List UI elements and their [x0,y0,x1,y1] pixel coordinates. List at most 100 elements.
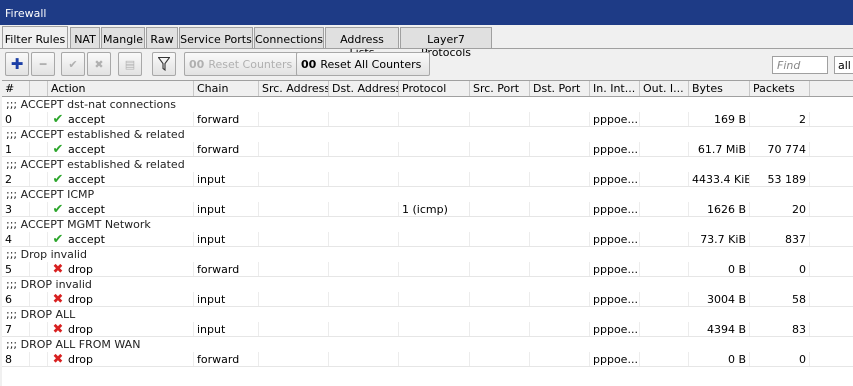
rule-out-interface [640,112,689,126]
rule-protocol [399,142,470,156]
column-header-dst-port[interactable]: Dst. Port [530,81,590,96]
column-header-in-interface[interactable]: In. Int... [590,81,640,96]
rule-dst-port [530,142,590,156]
rule-in-interface: pppoe... [590,352,640,366]
rule-flags [30,142,48,156]
enable-button[interactable]: ✔ [61,52,85,76]
reset-all-counters-button[interactable]: 00 Reset All Counters [296,52,431,76]
rule-src-port [470,202,530,216]
rule-bytes: 169 B [689,112,750,126]
comment-button[interactable]: ▤ [118,52,142,76]
rule-flags [30,232,48,246]
column-header-action[interactable]: Action [48,81,194,96]
rule-comment[interactable]: ;;; ACCEPT dst-nat connections [2,97,853,112]
table-row[interactable]: 5 ✖ drop forward pppoe... 0 B 0 [2,262,853,277]
rule-protocol [399,232,470,246]
tab-raw[interactable]: Raw [146,27,178,49]
reset-counters-label: Reset Counters [208,57,293,71]
column-header-src-port[interactable]: Src. Port [470,81,530,96]
rule-dst-port [530,202,590,216]
rule-packets: 0 [750,352,810,366]
rule-in-interface: pppoe... [590,172,640,186]
rule-chain: forward [194,142,259,156]
tab-layer7-protocols[interactable]: Layer7 Protocols [400,27,492,59]
reset-counters-button[interactable]: 00 Reset Counters [184,52,302,76]
check-icon: ✔ [68,57,78,71]
table-row[interactable]: 2 ✔ accept input pppoe... 4433.4 KiB 53 1… [2,172,853,187]
rule-src-address [259,202,329,216]
filter-select[interactable]: all [834,56,853,74]
rule-src-port [470,352,530,366]
rule-packets: 53 189 [750,172,810,186]
tab-mangle[interactable]: Mangle [101,27,145,49]
rule-protocol [399,112,470,126]
column-header-packets[interactable]: Packets [750,81,810,96]
table-row[interactable]: 1 ✔ accept forward pppoe... 61.7 MiB 70 7… [2,142,853,157]
rule-comment[interactable]: ;;; Drop invalid [2,247,853,262]
rule-dst-port [530,112,590,126]
rule-in-interface: pppoe... [590,202,640,216]
remove-button[interactable]: ━ [31,52,55,76]
column-header-bytes[interactable]: Bytes [689,81,750,96]
rule-comment[interactable]: ;;; ACCEPT ICMP [2,187,853,202]
rule-comment[interactable]: ;;; DROP ALL FROM WAN [2,337,853,352]
rule-out-interface [640,142,689,156]
table-row[interactable]: 8 ✖ drop forward pppoe... 0 B 0 [2,352,853,367]
rule-comment[interactable]: ;;; ACCEPT established & related [2,157,853,172]
rule-out-interface [640,292,689,306]
table-row[interactable]: 6 ✖ drop input pppoe... 3004 B 58 [2,292,853,307]
column-header-dst-address[interactable]: Dst. Address [329,81,399,96]
rule-packets: 837 [750,232,810,246]
column-header-out-interface[interactable]: Out. I... [640,81,689,96]
find-input[interactable]: Find [772,56,828,74]
rule-comment[interactable]: ;;; ACCEPT MGMT Network [2,217,853,232]
accept-icon: ✔ [52,142,64,156]
column-header-chain[interactable]: Chain [194,81,259,96]
rule-comment[interactable]: ;;; ACCEPT established & related [2,127,853,142]
rule-bytes: 4394 B [689,322,750,336]
rule-packets: 0 [750,262,810,276]
rule-action: ✖ drop [48,352,194,366]
rule-chain: forward [194,262,259,276]
accept-icon: ✔ [52,172,64,186]
table-row[interactable]: 4 ✔ accept input pppoe... 73.7 KiB 837 [2,232,853,247]
comment-icon: ▤ [124,57,136,71]
rule-src-port [470,232,530,246]
rule-dst-port [530,292,590,306]
column-header-flags[interactable] [30,81,48,96]
rule-comment[interactable]: ;;; DROP ALL [2,307,853,322]
rule-protocol: 1 (icmp) [399,202,470,216]
drop-icon: ✖ [52,322,64,336]
column-header-protocol[interactable]: Protocol [399,81,470,96]
tab-filter-rules[interactable]: Filter Rules [2,26,68,49]
rule-in-interface: pppoe... [590,292,640,306]
table-row[interactable]: 7 ✖ drop input pppoe... 4394 B 83 [2,322,853,337]
rule-protocol [399,322,470,336]
rule-number: 6 [2,292,30,306]
tab-connections[interactable]: Connections [254,27,324,49]
tab-nat[interactable]: NAT [70,27,100,49]
rule-bytes: 0 B [689,262,750,276]
rule-bytes: 0 B [689,352,750,366]
rule-dst-port [530,322,590,336]
x-icon: ✖ [94,57,104,71]
table-row[interactable]: 3 ✔ accept input 1 (icmp) pppoe... 1626 B… [2,202,853,217]
rule-comment[interactable]: ;;; DROP invalid [2,277,853,292]
rule-action: ✔ accept [48,172,194,186]
rule-src-address [259,352,329,366]
rule-protocol [399,352,470,366]
table-row[interactable]: 0 ✔ accept forward pppoe... 169 B 2 [2,112,853,127]
rule-action-label: accept [68,173,105,186]
tab-address-lists[interactable]: Address Lists [325,27,399,59]
rule-chain: input [194,202,259,216]
filter-button[interactable] [152,52,176,76]
rule-out-interface [640,202,689,216]
tab-service-ports[interactable]: Service Ports [179,27,253,49]
column-header-num[interactable]: # [2,81,30,96]
column-header-filler [810,81,853,96]
rule-action-label: drop [68,353,93,366]
disable-button[interactable]: ✖ [87,52,111,76]
rule-action: ✔ accept [48,202,194,216]
column-header-src-address[interactable]: Src. Address [259,81,329,96]
add-button[interactable]: ✚ [5,52,29,76]
